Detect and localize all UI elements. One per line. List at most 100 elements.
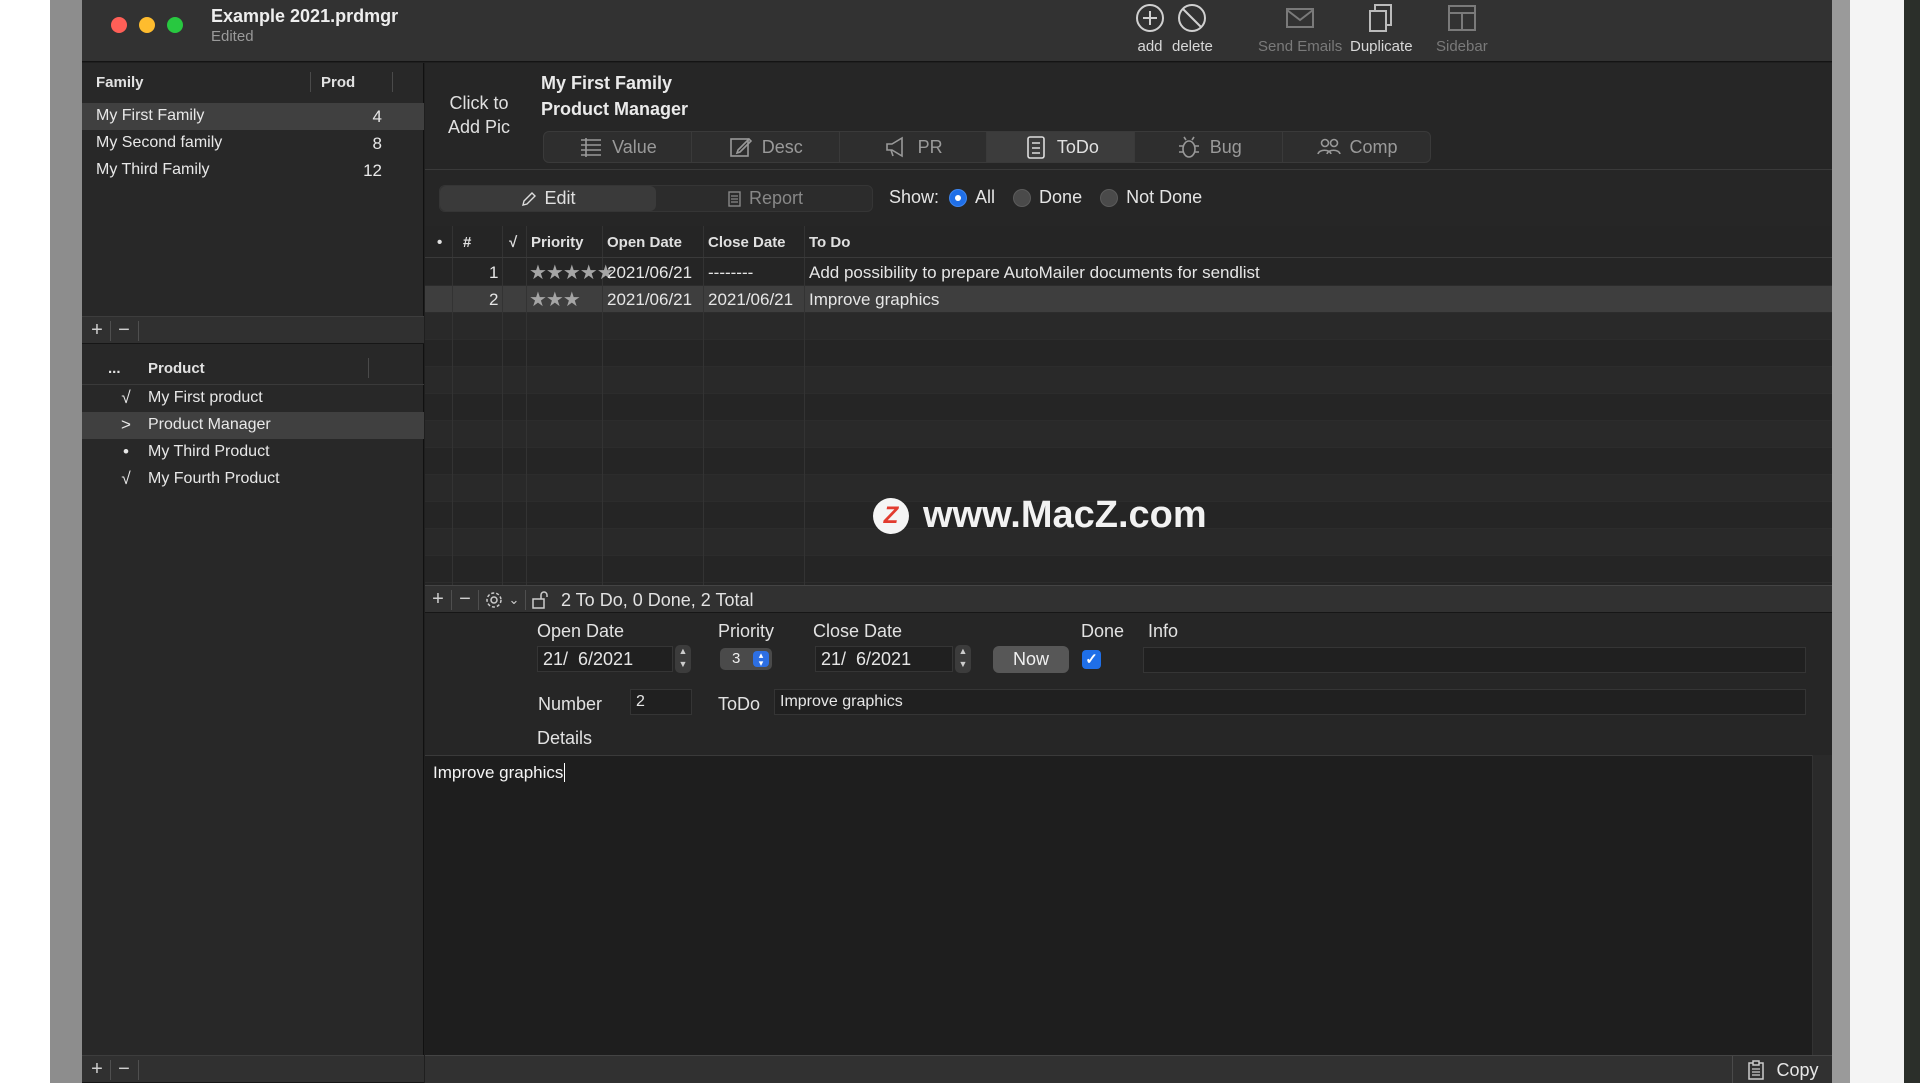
current-product: Product Manager (541, 99, 689, 119)
header-divider (425, 169, 1832, 170)
product-status-mark: > (121, 415, 131, 434)
radio-not-done[interactable] (1100, 188, 1119, 207)
open-date-cell: 2021/06/21 (607, 290, 693, 309)
show-all-option[interactable]: All (949, 187, 995, 208)
product-row[interactable]: • My Third Product (82, 439, 424, 466)
tab-label: Bug (1209, 136, 1242, 157)
close-date-column-header[interactable]: Close Date (708, 234, 786, 251)
add-picture-area[interactable]: Click to Add Pic (445, 91, 513, 139)
add-product-button[interactable]: + (86, 1059, 108, 1081)
info-field[interactable] (1143, 647, 1806, 673)
add-label: add (1137, 38, 1163, 55)
edit-mode-button[interactable]: Edit (440, 186, 656, 211)
priority-stars: ★★★ (529, 289, 581, 311)
tab-pr[interactable]: PR (840, 132, 988, 162)
show-all-label: All (975, 187, 996, 207)
remove-product-button[interactable]: − (113, 1059, 135, 1081)
minimize-window-button[interactable] (139, 17, 155, 33)
section-tabs: Value Desc PR ToDo Bug Comp (543, 131, 1431, 163)
open-date-field[interactable] (537, 646, 673, 672)
todo-cell: Add possibility to prepare AutoMailer do… (809, 263, 1260, 282)
duplicate-icon (1369, 4, 1393, 32)
product-row[interactable]: √ My Fourth Product (82, 466, 424, 493)
unlock-icon[interactable] (529, 588, 551, 612)
show-not-done-label: Not Done (1126, 187, 1203, 207)
send-emails-button[interactable]: Send Emails (1258, 2, 1342, 55)
done-checkbox[interactable]: ✓ (1082, 650, 1101, 669)
duplicate-label: Duplicate (1350, 38, 1413, 55)
add-pic-line1: Click to (449, 93, 509, 113)
tab-label: PR (917, 136, 943, 157)
gear-icon[interactable] (483, 588, 505, 612)
details-text-area[interactable]: Improve graphics (425, 755, 1812, 1055)
tab-comp[interactable]: Comp (1283, 132, 1430, 162)
tab-value[interactable]: Value (544, 132, 692, 162)
open-date-stepper[interactable]: ▲ ▼ (675, 645, 691, 673)
priority-stars: ★★★★★ (529, 262, 615, 284)
check-column-header[interactable]: √ (509, 234, 517, 251)
todo-field[interactable] (774, 689, 1806, 715)
watermark-text: www.MacZ.com (923, 494, 1207, 536)
product-name: Product Manager (148, 416, 271, 433)
product-name: My First product (148, 389, 263, 406)
todo-cell: Improve graphics (809, 290, 940, 309)
details-label: Details (537, 728, 593, 748)
empty-row (425, 421, 1832, 448)
status-column-header[interactable]: ... (108, 360, 121, 377)
family-row[interactable]: My First Family 4 (82, 103, 424, 130)
current-family: My First Family (541, 73, 673, 93)
desktop-right-edge (1830, 0, 1850, 1083)
open-date-column-header[interactable]: Open Date (607, 234, 682, 251)
radio-all[interactable] (949, 188, 968, 207)
family-column-header[interactable]: Family (96, 74, 144, 91)
zoom-window-button[interactable] (167, 17, 183, 33)
people-icon (1316, 138, 1341, 155)
empty-row (425, 556, 1832, 583)
number-field[interactable] (630, 689, 692, 715)
close-date-stepper[interactable]: ▲ ▼ (955, 645, 971, 673)
report-mode-button[interactable]: Report (656, 186, 872, 211)
tab-todo[interactable]: ToDo (987, 132, 1136, 162)
column-divider (703, 226, 704, 585)
now-button[interactable]: Now (993, 646, 1069, 673)
product-row[interactable]: √ My First product (82, 385, 424, 412)
copy-button[interactable]: Copy (1732, 1056, 1832, 1083)
priority-popup[interactable]: 3 ▴ ▾ (720, 648, 772, 670)
tab-label: Comp (1349, 136, 1398, 157)
details-scrollbar[interactable] (1812, 755, 1832, 1055)
priority-column-header[interactable]: Priority (531, 234, 584, 251)
sidebar-button[interactable]: Sidebar (1436, 2, 1488, 55)
close-date-field[interactable] (815, 646, 953, 672)
chevron-down-icon[interactable]: ⌄ (503, 588, 525, 612)
add-todo-button[interactable]: + (427, 588, 449, 612)
family-row[interactable]: My Third Family 12 (82, 157, 424, 184)
open-date-cell: 2021/06/21 (607, 263, 693, 282)
tab-desc[interactable]: Desc (692, 132, 840, 162)
prod-column-header[interactable]: Prod (321, 74, 355, 91)
bottom-bar: Copy (425, 1055, 1832, 1083)
number-column-header[interactable]: # (463, 234, 471, 251)
radio-done[interactable] (1013, 188, 1032, 207)
product-column-header[interactable]: Product (148, 360, 205, 377)
remove-family-button[interactable]: − (113, 320, 135, 342)
tab-bug[interactable]: Bug (1135, 132, 1284, 162)
show-filter: Show: All Done Not Done (889, 187, 1210, 208)
delete-button[interactable]: delete (1172, 2, 1213, 55)
add-family-button[interactable]: + (86, 320, 108, 342)
todo-column-header[interactable]: To Do (809, 234, 850, 251)
show-done-option[interactable]: Done (1013, 187, 1082, 208)
window-title: Example 2021.prdmgr (211, 6, 399, 26)
column-divider (392, 72, 393, 92)
add-button[interactable]: add (1134, 2, 1166, 55)
pencil-square-icon (729, 137, 752, 157)
dot-column-header[interactable]: • (437, 234, 442, 251)
close-window-button[interactable] (111, 17, 127, 33)
show-not-done-option[interactable]: Not Done (1100, 187, 1202, 208)
remove-todo-button[interactable]: − (454, 588, 476, 612)
column-divider (526, 226, 527, 585)
family-row[interactable]: My Second family 8 (82, 130, 424, 157)
product-row[interactable]: > Product Manager (82, 412, 424, 439)
copy-label: Copy (1776, 1059, 1819, 1080)
family-count: 12 (363, 161, 382, 180)
duplicate-button[interactable]: Duplicate (1350, 2, 1413, 55)
